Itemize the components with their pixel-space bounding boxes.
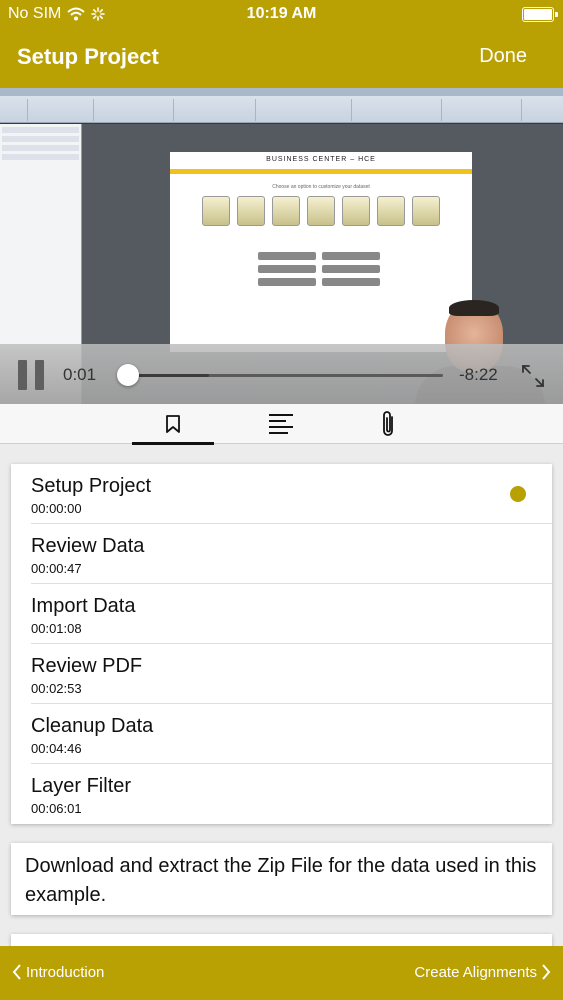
- current-chapter-indicator: [510, 486, 526, 502]
- video-player[interactable]: BUSINESS CENTER – HCE Choose an option t…: [0, 88, 563, 404]
- chapter-list: Setup Project 00:00:00 Review Data 00:00…: [11, 464, 552, 824]
- done-button[interactable]: Done: [479, 45, 527, 68]
- next-lesson-label: Create Alignments: [414, 963, 537, 981]
- tab-chapters[interactable]: [132, 404, 214, 445]
- tab-attachments[interactable]: [348, 404, 430, 444]
- chapter-item[interactable]: Cleanup Data 00:04:46: [31, 704, 552, 764]
- chapter-name: Layer Filter: [31, 775, 132, 797]
- chapter-time: 00:02:53: [31, 681, 82, 696]
- chapter-item[interactable]: Layer Filter 00:06:01: [31, 764, 552, 824]
- chevron-right-icon: [542, 964, 551, 980]
- chapter-name: Review Data: [31, 535, 145, 557]
- video-frame-caption: Choose an option to customize your datas…: [272, 184, 370, 190]
- paperclip-icon: [383, 411, 393, 436]
- tab-transcript[interactable]: [240, 404, 322, 444]
- chapter-name: Review PDF: [31, 655, 143, 677]
- chevron-left-icon: [12, 964, 21, 980]
- chapter-time: 00:06:01: [31, 801, 82, 816]
- chapter-name: Setup Project: [31, 475, 152, 497]
- chapter-item[interactable]: Review PDF 00:02:53: [31, 644, 552, 704]
- player-controls: 0:01 -8:22: [0, 344, 563, 404]
- video-frame-heading: BUSINESS CENTER – HCE: [170, 152, 472, 174]
- page-title: Setup Project: [17, 44, 159, 69]
- text-lines-icon: [269, 414, 293, 434]
- previous-lesson-button[interactable]: Introduction: [12, 963, 104, 981]
- chapter-name: Cleanup Data: [31, 715, 154, 737]
- video-frame-icons: [170, 196, 472, 226]
- remaining-time: -8:22: [459, 365, 498, 384]
- chapter-time: 00:01:08: [31, 621, 82, 636]
- bottom-bar: Introduction Create Alignments: [0, 946, 563, 1000]
- next-lesson-button[interactable]: Create Alignments: [414, 963, 551, 981]
- video-ribbon-toolbar: [0, 88, 563, 123]
- status-bar: No SIM 10:19 AM: [0, 0, 563, 30]
- fullscreen-icon[interactable]: [520, 363, 546, 389]
- chapter-item[interactable]: Import Data 00:01:08: [31, 584, 552, 644]
- top-bar: No SIM 10:19 AM Setup Project Done: [0, 0, 563, 88]
- chapter-time: 00:04:46: [31, 741, 82, 756]
- chapter-item[interactable]: Review Data 00:00:47: [31, 524, 552, 584]
- battery-icon: [522, 7, 558, 22]
- chapter-time: 00:00:47: [31, 561, 82, 576]
- scrubber-thumb[interactable]: [117, 364, 139, 386]
- chapter-time: 00:00:00: [31, 501, 82, 516]
- previous-lesson-label: Introduction: [26, 963, 105, 981]
- clock: 10:19 AM: [246, 5, 317, 22]
- bookmark-icon: [166, 415, 180, 433]
- chapter-name: Import Data: [31, 595, 136, 617]
- pause-button[interactable]: [18, 360, 44, 390]
- chapter-item[interactable]: Setup Project 00:00:00: [31, 464, 552, 524]
- video-frame-buttons: [258, 252, 382, 286]
- progress-track[interactable]: [127, 374, 443, 377]
- content-tabs: [0, 404, 563, 445]
- download-note: Download and extract the Zip File for th…: [11, 843, 552, 915]
- current-time: 0:01: [63, 365, 97, 384]
- buffer-bar: [127, 374, 209, 377]
